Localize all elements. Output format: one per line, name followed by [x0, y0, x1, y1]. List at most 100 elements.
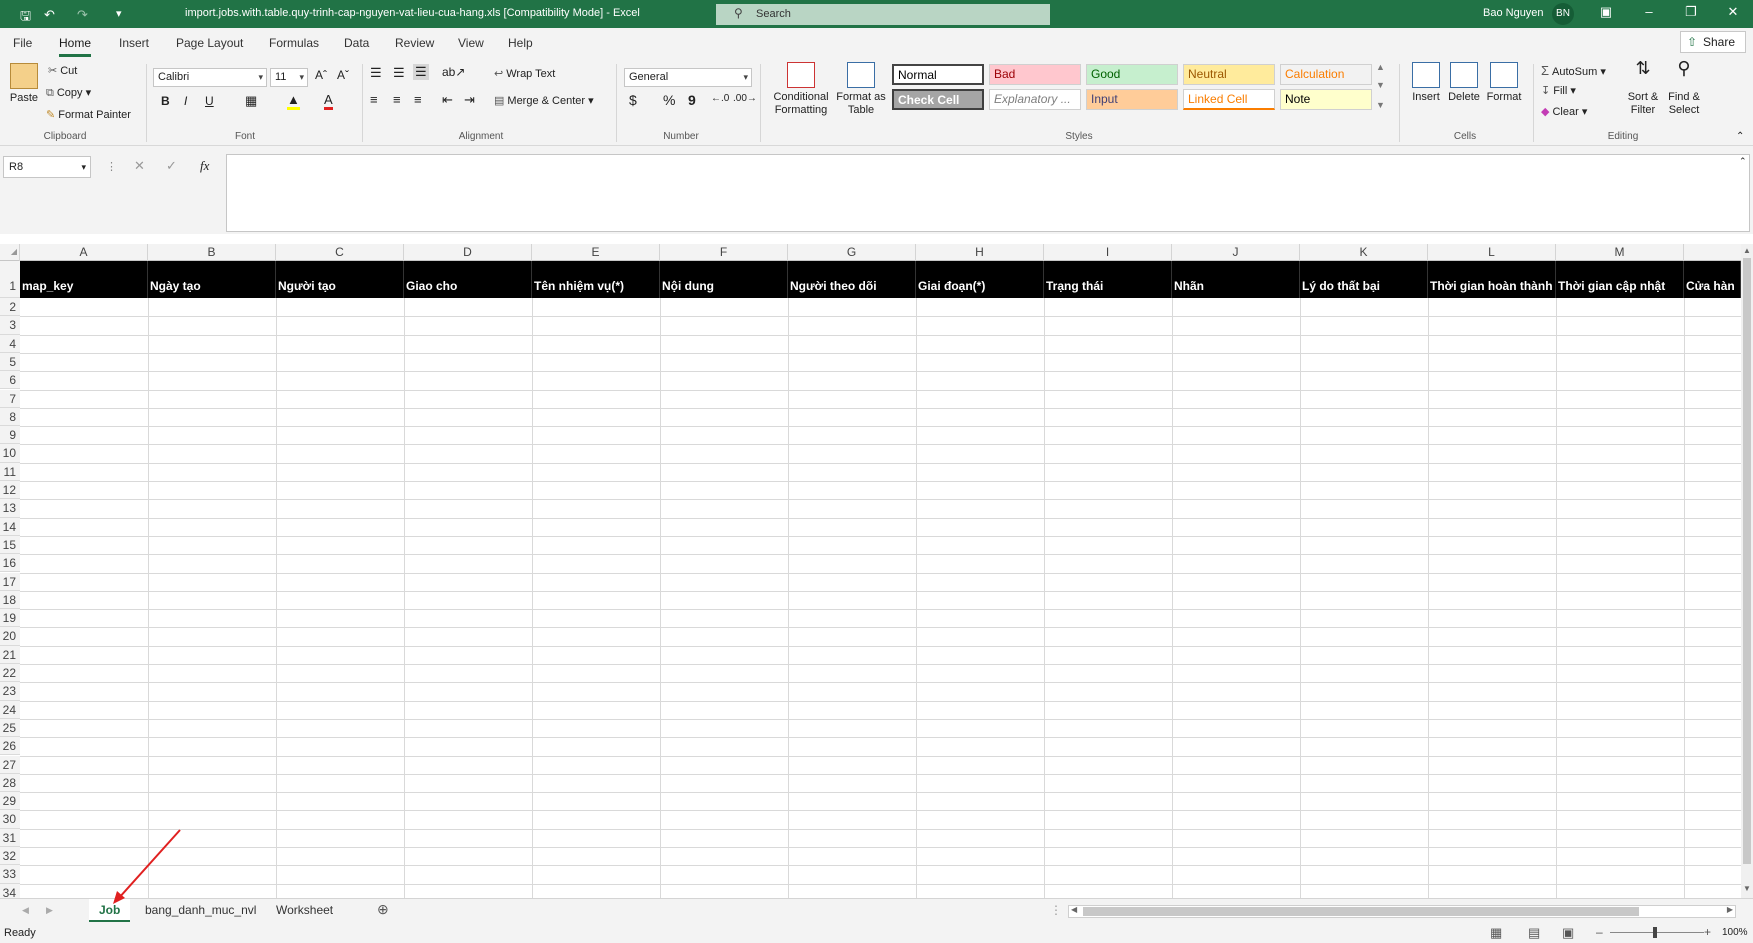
- zoom-level[interactable]: 100%: [1722, 927, 1748, 938]
- header-cell-g[interactable]: Người theo dõi: [788, 261, 916, 298]
- row-header-12[interactable]: 12: [0, 481, 20, 500]
- row-header-13[interactable]: 13: [0, 499, 20, 518]
- orientation-icon[interactable]: ab↗: [442, 65, 465, 79]
- close-icon[interactable]: ✕: [1723, 4, 1743, 20]
- zoom-slider[interactable]: [1610, 932, 1704, 933]
- decrease-decimal-icon[interactable]: .00→: [733, 93, 757, 104]
- format-cells-button[interactable]: Format: [1484, 62, 1524, 104]
- increase-font-icon[interactable]: Aˆ: [315, 68, 327, 82]
- row-header-33[interactable]: 33: [0, 865, 20, 884]
- tab-page-layout[interactable]: Page Layout: [176, 36, 243, 50]
- cell-style-neutral[interactable]: Neutral: [1183, 64, 1275, 85]
- font-color-icon[interactable]: A: [324, 92, 333, 110]
- row-header-19[interactable]: 19: [0, 609, 20, 628]
- currency-button[interactable]: $: [629, 92, 637, 108]
- cell-style-input[interactable]: Input: [1086, 89, 1178, 110]
- row-header-25[interactable]: 25: [0, 718, 20, 738]
- cell-style-normal[interactable]: Normal: [892, 64, 984, 85]
- column-header-a[interactable]: A: [20, 244, 148, 261]
- collapse-ribbon-icon[interactable]: ⌃: [1736, 131, 1744, 142]
- tab-formulas[interactable]: Formulas: [269, 36, 319, 50]
- cell-style-explanatory[interactable]: Explanatory ...: [989, 89, 1081, 110]
- column-header-m[interactable]: M: [1556, 244, 1684, 261]
- column-header-l[interactable]: L: [1428, 244, 1556, 261]
- zoom-slider-thumb[interactable]: [1653, 927, 1657, 938]
- row-header-8[interactable]: 8: [0, 407, 20, 427]
- clear-button[interactable]: ◆ Clear ▾: [1541, 105, 1587, 118]
- select-all-corner[interactable]: ◢: [0, 244, 20, 261]
- page-layout-view-icon[interactable]: ▤: [1528, 925, 1540, 941]
- row-header-7[interactable]: 7: [0, 389, 20, 408]
- tab-data[interactable]: Data: [344, 36, 369, 50]
- split-handle-icon[interactable]: ⋮: [1050, 903, 1062, 917]
- scroll-up-icon[interactable]: ▲: [1743, 246, 1751, 255]
- cell-style-calculation[interactable]: Calculation: [1280, 64, 1372, 85]
- align-left-icon[interactable]: ≡: [370, 92, 378, 107]
- header-cell-f[interactable]: Nội dung: [660, 261, 788, 298]
- minimize-icon[interactable]: –: [1639, 4, 1659, 19]
- page-break-view-icon[interactable]: ▣: [1562, 925, 1574, 941]
- header-cell-j[interactable]: Nhãn: [1172, 261, 1300, 298]
- header-cell-n[interactable]: Cửa hàn: [1684, 261, 1741, 298]
- font-size-select[interactable]: 11: [270, 68, 308, 87]
- row-header-4[interactable]: 4: [0, 334, 20, 353]
- header-cell-a[interactable]: map_key: [20, 261, 148, 298]
- align-right-icon[interactable]: ≡: [414, 92, 422, 107]
- share-button[interactable]: ⇧ Share: [1680, 31, 1746, 53]
- fill-button[interactable]: ↧ Fill ▾: [1541, 84, 1576, 97]
- row-header-16[interactable]: 16: [0, 554, 20, 573]
- tab-file[interactable]: File: [13, 36, 32, 50]
- column-header-j[interactable]: J: [1172, 244, 1300, 261]
- row-header-10[interactable]: 10: [0, 444, 20, 463]
- column-header-k[interactable]: K: [1300, 244, 1428, 261]
- header-cell-d[interactable]: Giao cho: [404, 261, 532, 298]
- align-bottom-icon[interactable]: ☰: [413, 64, 429, 80]
- row-header-32[interactable]: 32: [0, 847, 20, 866]
- row-header-26[interactable]: 26: [0, 737, 20, 756]
- undo-icon[interactable]: ↶: [44, 7, 55, 23]
- row-header-29[interactable]: 29: [0, 792, 20, 811]
- row-header-23[interactable]: 23: [0, 682, 20, 701]
- column-header-c[interactable]: C: [276, 244, 404, 261]
- sort-filter-button[interactable]: ⇅ Sort & Filter: [1625, 59, 1661, 117]
- zoom-in-icon[interactable]: +: [1704, 925, 1711, 939]
- cut-button[interactable]: ✂ Cut: [48, 64, 77, 77]
- number-format-select[interactable]: General: [624, 68, 752, 87]
- row-header-15[interactable]: 15: [0, 535, 20, 555]
- column-header-f[interactable]: F: [660, 244, 788, 261]
- underline-button[interactable]: U: [205, 94, 214, 108]
- tab-view[interactable]: View: [458, 36, 484, 50]
- scroll-right-icon[interactable]: ▶: [1727, 905, 1733, 914]
- save-icon[interactable]: 🖫: [20, 7, 31, 29]
- cell-style-good[interactable]: Good: [1086, 64, 1178, 85]
- row-header-30[interactable]: 30: [0, 810, 20, 829]
- formula-input[interactable]: [226, 154, 1750, 232]
- header-cell-b[interactable]: Ngày tạo: [148, 261, 276, 298]
- align-top-icon[interactable]: ☰: [370, 65, 382, 81]
- restore-icon[interactable]: ❐: [1681, 4, 1701, 20]
- borders-icon[interactable]: ▦: [245, 93, 257, 109]
- format-painter-button[interactable]: ✎ Format Painter: [46, 108, 131, 121]
- row-header-27[interactable]: 27: [0, 755, 20, 774]
- increase-indent-icon[interactable]: ⇥: [464, 92, 475, 108]
- header-cell-k[interactable]: Lý do thất bại: [1300, 261, 1428, 298]
- delete-cells-button[interactable]: Delete: [1446, 62, 1482, 104]
- column-header-g[interactable]: G: [788, 244, 916, 261]
- row-header-28[interactable]: 28: [0, 773, 20, 793]
- row-header-17[interactable]: 17: [0, 572, 20, 591]
- cell-style-bad[interactable]: Bad: [989, 64, 1081, 85]
- scroll-thumb[interactable]: [1743, 258, 1751, 864]
- autosum-button[interactable]: Σ AutoSum ▾: [1541, 63, 1606, 78]
- header-cell-i[interactable]: Trạng thái: [1044, 261, 1172, 298]
- italic-button[interactable]: I: [184, 94, 187, 108]
- search-input[interactable]: ⚲ Search: [716, 4, 1050, 25]
- merge-center-button[interactable]: ▤ Merge & Center ▾: [494, 94, 594, 107]
- row-header-11[interactable]: 11: [0, 462, 20, 481]
- header-cell-e[interactable]: Tên nhiệm vụ(*): [532, 261, 660, 298]
- fill-color-icon[interactable]: ▲: [287, 92, 300, 110]
- decrease-indent-icon[interactable]: ⇤: [442, 92, 453, 108]
- add-sheet-icon[interactable]: ⊕: [377, 901, 389, 918]
- header-cell-h[interactable]: Giai đoạn(*): [916, 261, 1044, 298]
- row-header-9[interactable]: 9: [0, 426, 20, 445]
- enter-icon[interactable]: ✓: [166, 158, 177, 174]
